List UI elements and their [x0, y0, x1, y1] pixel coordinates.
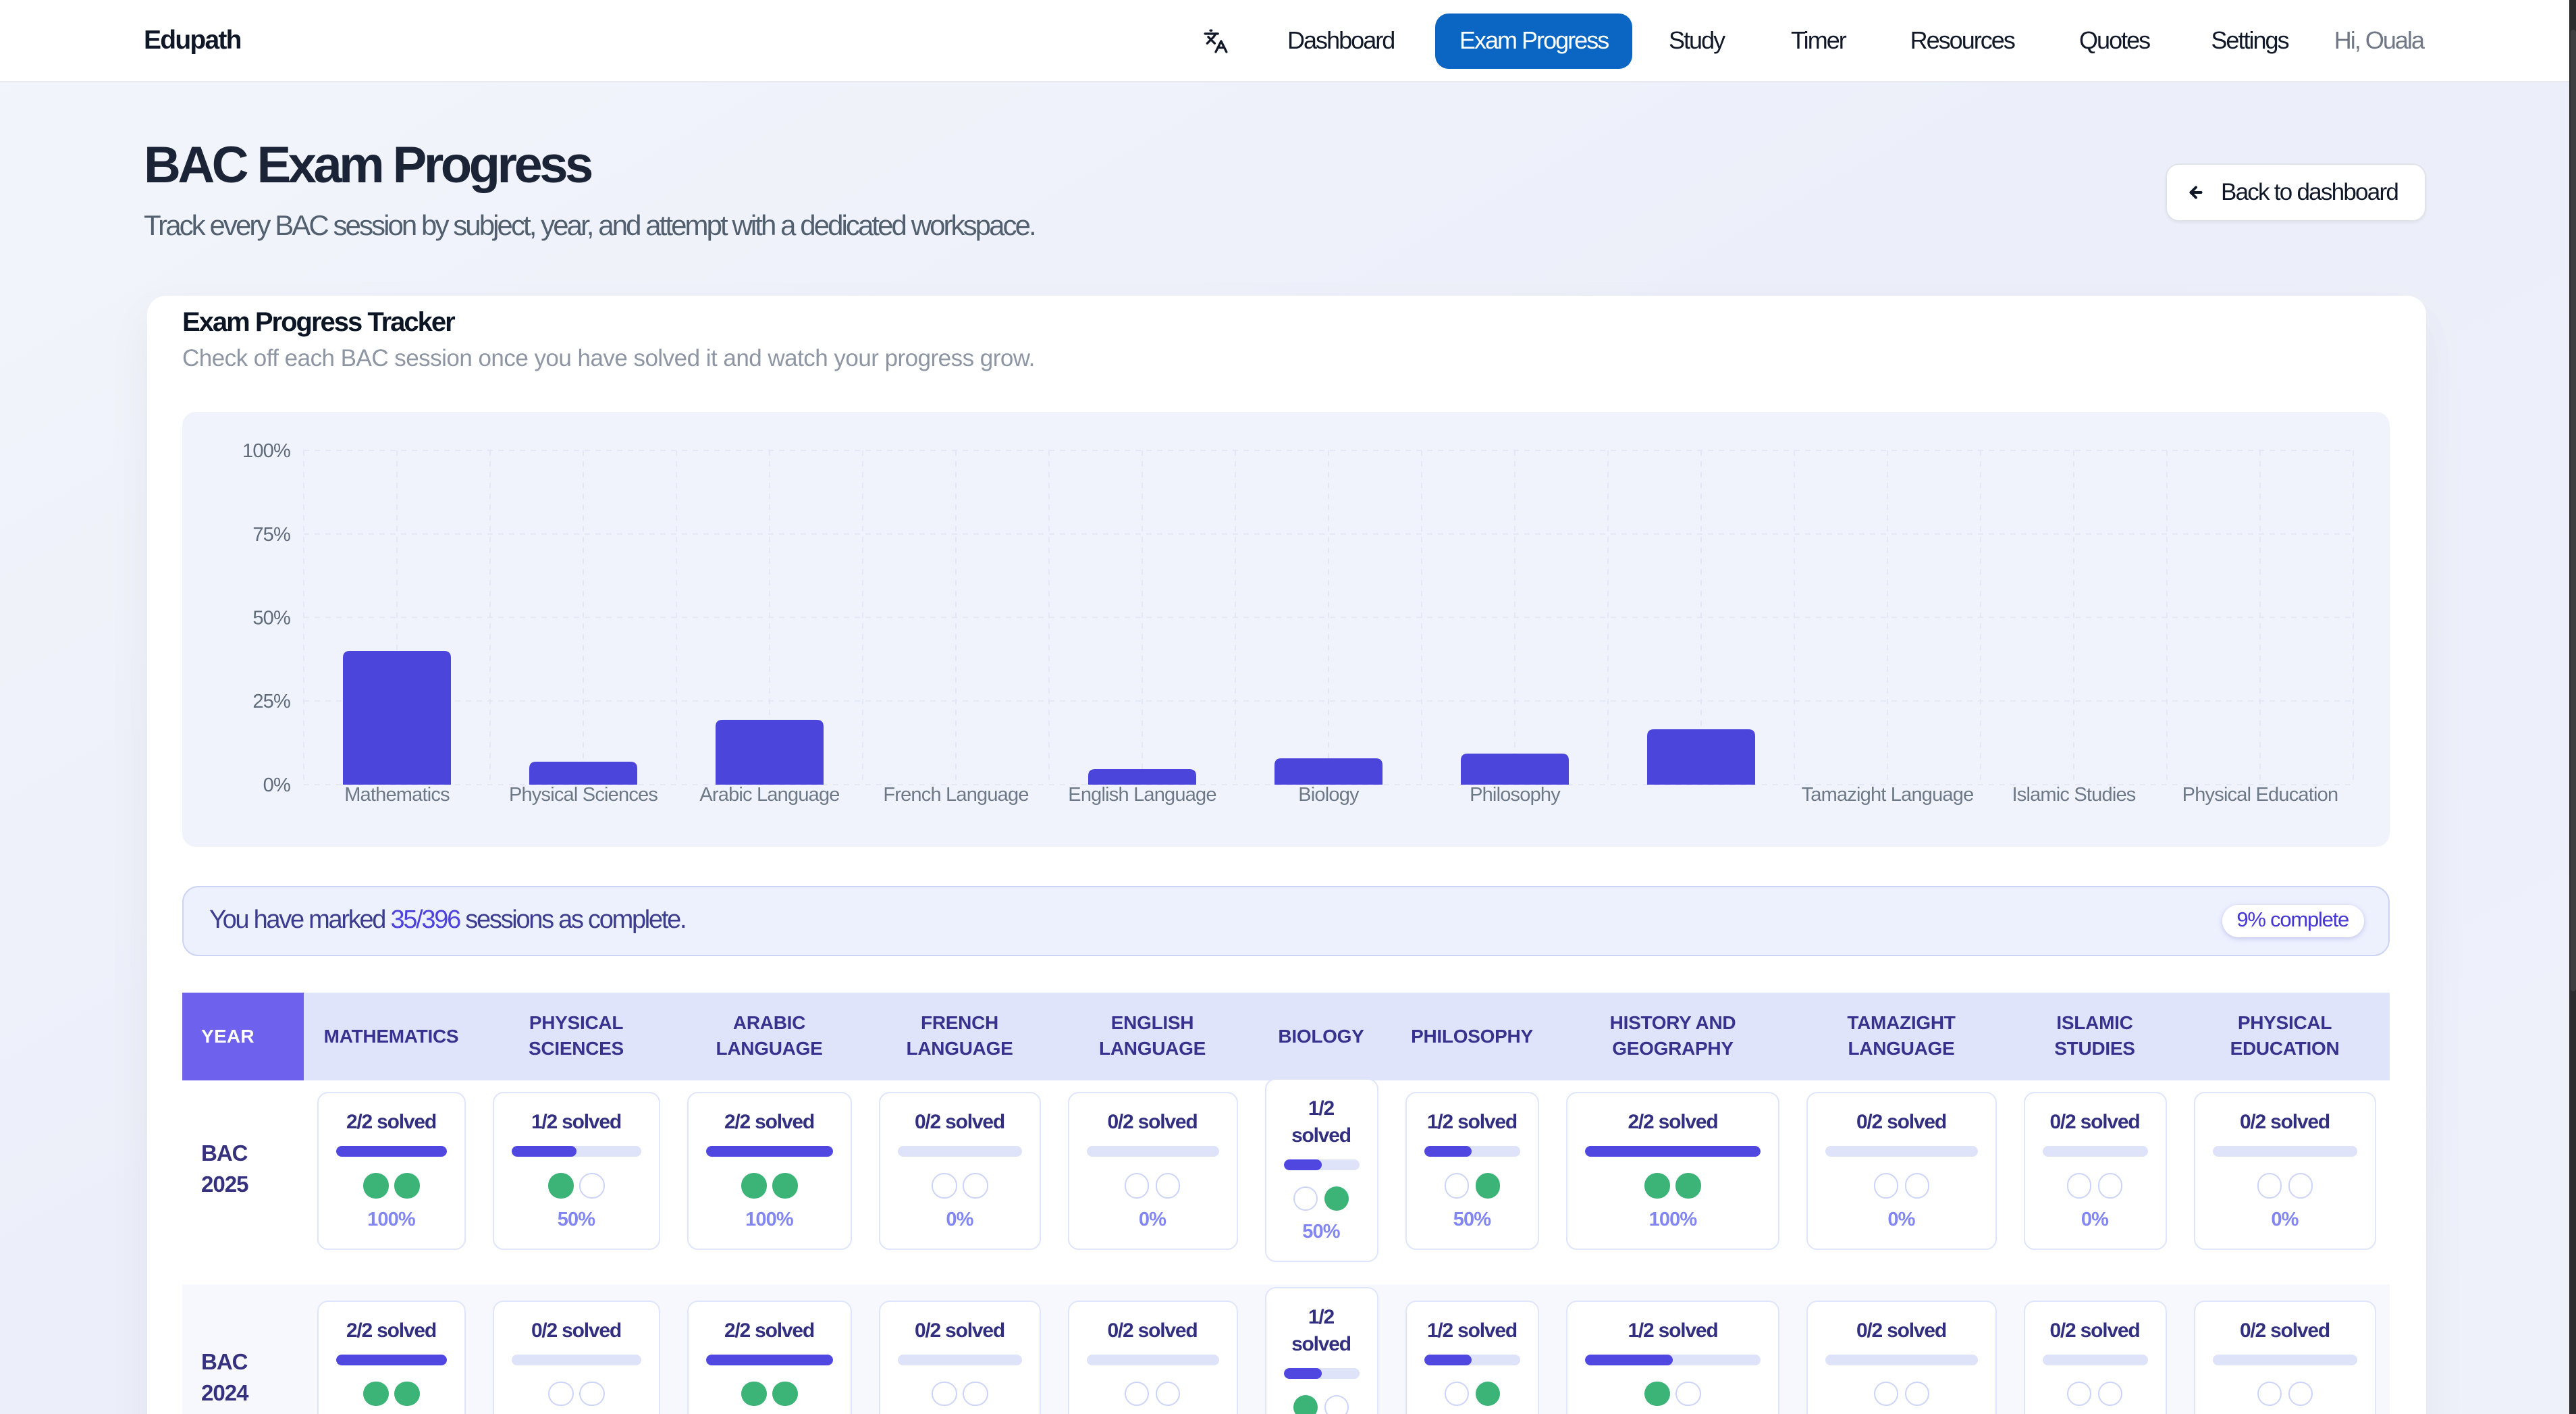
svg-text:50%: 50%	[252, 606, 290, 628]
svg-text:Physical Sciences: Physical Sciences	[509, 783, 658, 805]
svg-text:French Language: French Language	[883, 783, 1028, 805]
svg-text:25%: 25%	[252, 690, 290, 712]
svg-text:75%: 75%	[252, 523, 290, 545]
svg-text:Islamic Studies: Islamic Studies	[2012, 783, 2135, 805]
svg-text:100%: 100%	[242, 440, 290, 461]
svg-text:Arabic Language: Arabic Language	[699, 783, 839, 805]
svg-text:Physical Education: Physical Education	[2182, 783, 2338, 805]
svg-text:0%: 0%	[263, 774, 290, 795]
svg-text:Mathematics: Mathematics	[344, 783, 450, 805]
svg-text:Tamazight Language: Tamazight Language	[1802, 783, 1974, 805]
svg-text:English Language: English Language	[1068, 783, 1216, 805]
svg-text:Biology: Biology	[1298, 783, 1360, 805]
svg-text:Philosophy: Philosophy	[1470, 783, 1561, 805]
